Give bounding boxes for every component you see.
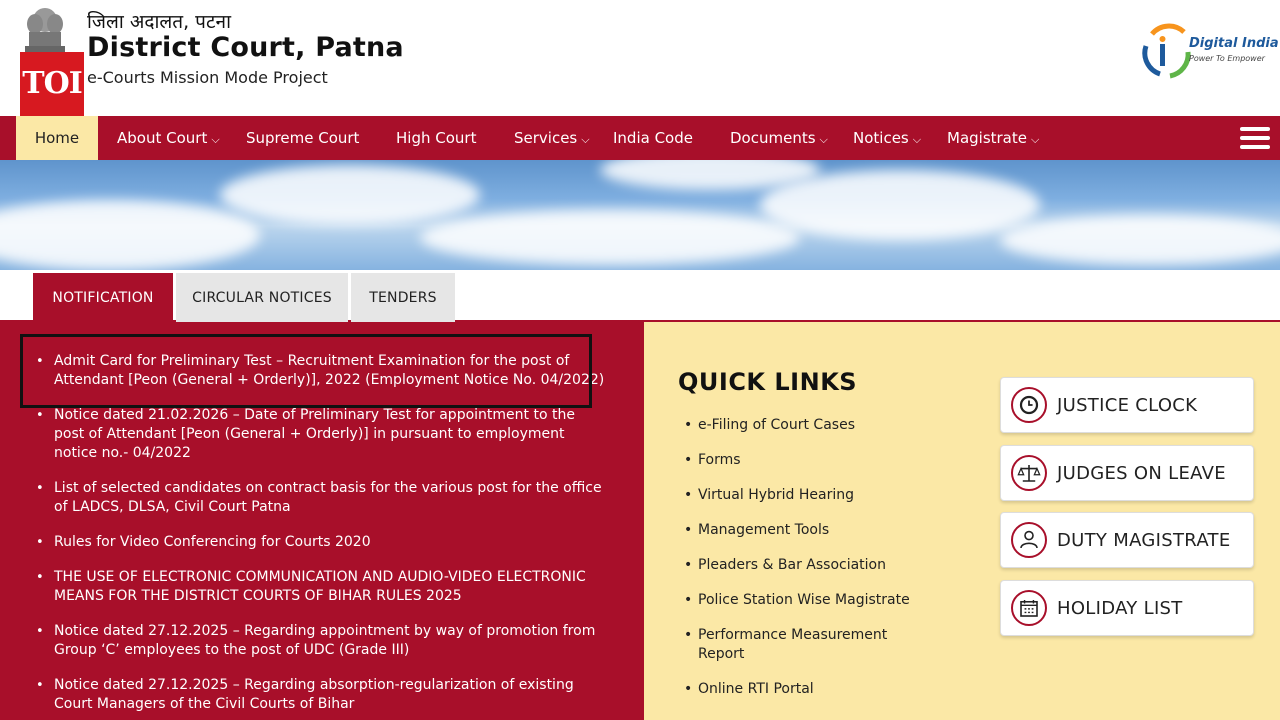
hamburger-menu-icon[interactable] [1240, 127, 1270, 151]
nav-magistrate[interactable]: Magistrate ⌵ [947, 116, 1039, 160]
clock-icon [1011, 387, 1047, 423]
quick-link-item[interactable]: Forms [684, 451, 924, 470]
quick-link-item[interactable]: Virtual Hybrid Hearing [684, 486, 924, 505]
notice-item[interactable]: Notice dated 21.02.2026 – Date of Prelim… [36, 406, 606, 463]
holiday-list-button[interactable]: HOLIDAY LIST [1000, 580, 1254, 636]
tab-circular-notices[interactable]: CIRCULAR NOTICES [176, 273, 348, 323]
chevron-down-icon: ⌵ [1031, 133, 1040, 146]
nav-home-label: Home [34, 129, 80, 147]
nav-high-court[interactable]: High Court [396, 116, 476, 160]
nav-magistrate-label: Magistrate [947, 129, 1027, 147]
nav-high-court-label: High Court [396, 129, 477, 147]
court-subtitle: e-Courts Mission Mode Project [87, 68, 328, 87]
nav-notices-label: Notices [853, 129, 909, 147]
nav-home[interactable]: Home [16, 116, 98, 160]
chevron-down-icon: ⌵ [211, 133, 220, 146]
highlight-box [20, 334, 592, 408]
chevron-down-icon: ⌵ [819, 133, 828, 146]
nav-notices[interactable]: Notices ⌵ [853, 116, 921, 160]
main-navigation: Home About Court ⌵ Supreme Court High Cou… [0, 116, 1280, 160]
tab-tenders[interactable]: TENDERS [351, 273, 455, 323]
duty-magistrate-label: DUTY MAGISTRATE [1057, 530, 1231, 551]
quick-link-item[interactable]: Police Station Wise Magistrate [684, 591, 924, 610]
digital-india-logo-icon[interactable] [1140, 22, 1275, 80]
nav-services[interactable]: Services ⌵ [514, 116, 590, 160]
nav-about-court[interactable]: About Court ⌵ [117, 116, 220, 160]
quick-link-item[interactable]: e-Filing of Court Cases [684, 416, 924, 435]
justice-clock-button[interactable]: JUSTICE CLOCK [1000, 377, 1254, 433]
nav-services-label: Services [514, 129, 578, 147]
nav-about-court-label: About Court [117, 129, 208, 147]
nav-india-code-label: India Code [613, 129, 693, 147]
scales-icon [1011, 455, 1047, 491]
notice-item[interactable]: Rules for Video Conferencing for Courts … [36, 533, 606, 552]
holiday-list-label: HOLIDAY LIST [1057, 598, 1183, 619]
digital-india-title: Digital India [1189, 36, 1279, 51]
quick-link-item[interactable]: Management Tools [684, 521, 924, 540]
nav-supreme-court-label: Supreme Court [246, 129, 360, 147]
quick-link-item[interactable]: Pleaders & Bar Association [684, 556, 924, 575]
duty-magistrate-button[interactable]: DUTY MAGISTRATE [1000, 512, 1254, 568]
justice-clock-label: JUSTICE CLOCK [1057, 395, 1198, 416]
notice-item[interactable]: List of selected candidates on contract … [36, 479, 606, 517]
nav-documents-label: Documents [730, 129, 816, 147]
notice-item[interactable]: Notice dated 27.12.2025 – Regarding appo… [36, 622, 606, 660]
site-header: जिला अदालत, पटना District Court, Patna e… [0, 0, 1280, 116]
quick-link-item[interactable]: Performance Measurement Report [684, 626, 924, 664]
chevron-down-icon: ⌵ [912, 133, 922, 146]
court-name[interactable]: District Court, Patna [87, 32, 404, 63]
nav-india-code[interactable]: India Code [613, 116, 693, 160]
nav-supreme-court[interactable]: Supreme Court [246, 116, 359, 160]
judges-on-leave-label: JUDGES ON LEAVE [1057, 463, 1226, 484]
digital-india-tagline: Power To Empower [1189, 54, 1265, 63]
quick-links-title: QUICK LINKS [678, 368, 858, 396]
judges-on-leave-button[interactable]: JUDGES ON LEAVE [1000, 445, 1254, 501]
calendar-icon [1011, 590, 1047, 626]
nav-documents[interactable]: Documents ⌵ [730, 116, 828, 160]
notice-item[interactable]: THE USE OF ELECTRONIC COMMUNICATION AND … [36, 568, 606, 606]
chevron-down-icon: ⌵ [581, 133, 590, 146]
tab-notification[interactable]: NOTIFICATION [33, 273, 173, 323]
person-icon [1011, 522, 1047, 558]
notice-item[interactable]: Notice dated 27.12.2025 – Regarding abso… [36, 676, 606, 714]
quick-link-item[interactable]: Online RTI Portal [684, 680, 924, 699]
hero-banner [0, 160, 1280, 270]
toi-badge: TOI [20, 52, 84, 120]
court-hindi-title: जिला अदालत, पटना [87, 11, 232, 33]
quick-links-list: e-Filing of Court Cases Forms Virtual Hy… [684, 416, 924, 715]
